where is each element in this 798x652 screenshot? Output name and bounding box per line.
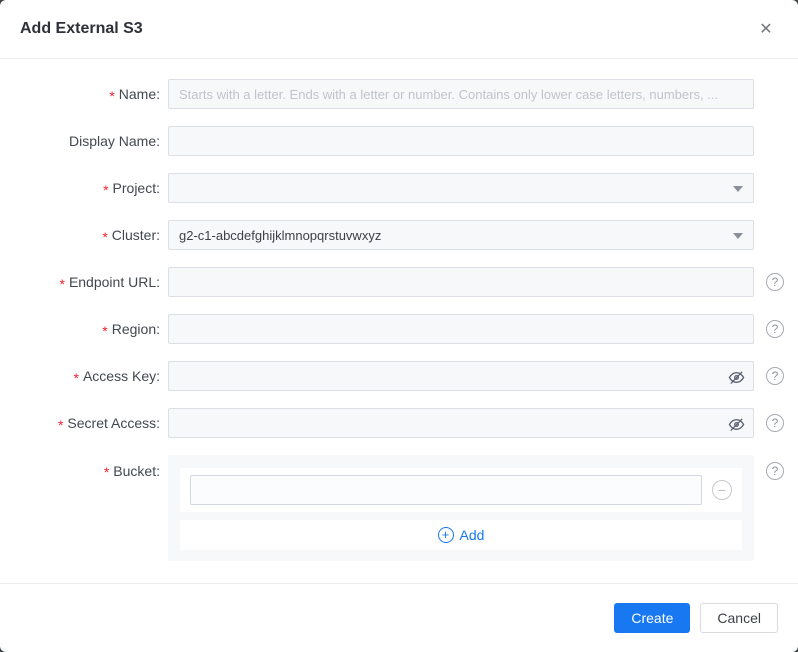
add-bucket-label: Add: [459, 527, 485, 543]
endpoint-url-input[interactable]: [168, 267, 754, 297]
form-row-endpoint-url: * Endpoint URL: ?: [0, 267, 798, 297]
form-row-project: * Project:: [0, 173, 798, 203]
minus-icon: −: [717, 482, 727, 498]
plus-circle-icon: +: [437, 527, 454, 543]
required-asterisk: *: [102, 322, 108, 339]
required-asterisk: *: [109, 87, 115, 104]
required-asterisk: *: [103, 181, 109, 198]
cluster-select[interactable]: g2-c1-abcdefghijklmnopqrstuvwxyz: [168, 220, 754, 250]
caret-down-icon: [733, 186, 743, 192]
help-icon[interactable]: ?: [766, 414, 784, 432]
form-row-secret-access: * Secret Access: ?: [0, 408, 798, 438]
region-label: Region:: [111, 321, 160, 337]
name-input[interactable]: [168, 79, 754, 109]
access-key-input[interactable]: [168, 361, 754, 391]
add-external-s3-dialog: Add External S3 ✕ * Name: Display Name:: [0, 0, 798, 652]
display-name-label: Display Name:: [68, 133, 160, 149]
project-select[interactable]: [168, 173, 754, 203]
bucket-label: Bucket:: [113, 462, 160, 479]
required-asterisk: *: [57, 416, 64, 433]
required-asterisk: *: [73, 369, 79, 386]
form-row-bucket: * Bucket: − + Add ?: [0, 455, 798, 561]
close-button[interactable]: ✕: [754, 17, 778, 41]
form-row-access-key: * Access Key: ?: [0, 361, 798, 391]
cluster-label: Cluster:: [111, 227, 160, 243]
region-input[interactable]: [168, 314, 754, 344]
dialog-title: Add External S3: [20, 20, 143, 37]
cluster-select-value: g2-c1-abcdefghijklmnopqrstuvwxyz: [179, 227, 382, 243]
eye-invisible-icon[interactable]: [727, 415, 745, 433]
access-key-label: Access Key:: [82, 368, 160, 384]
close-icon: ✕: [759, 21, 773, 38]
form-row-name: * Name:: [0, 79, 798, 109]
dialog-footer: Create Cancel: [0, 583, 798, 652]
dialog-body: * Name: Display Name: * Project:: [0, 59, 798, 583]
dialog-header: Add External S3 ✕: [0, 0, 798, 59]
required-asterisk: *: [59, 275, 65, 292]
add-bucket-button[interactable]: + Add: [180, 520, 742, 550]
name-label: Name:: [118, 86, 160, 102]
help-icon[interactable]: ?: [766, 462, 784, 480]
help-icon[interactable]: ?: [766, 273, 784, 291]
cancel-button[interactable]: Cancel: [700, 603, 778, 633]
required-asterisk: *: [102, 228, 108, 245]
caret-down-icon: [733, 233, 743, 239]
display-name-input[interactable]: [168, 126, 754, 156]
bucket-item-row: −: [180, 468, 742, 512]
eye-invisible-icon[interactable]: [727, 368, 745, 386]
endpoint-url-label: Endpoint URL:: [68, 274, 160, 290]
create-button[interactable]: Create: [614, 603, 691, 633]
remove-bucket-button[interactable]: −: [712, 480, 732, 500]
help-icon[interactable]: ?: [766, 367, 784, 385]
bucket-panel: − + Add: [168, 455, 754, 561]
help-icon[interactable]: ?: [766, 320, 784, 338]
form-row-display-name: Display Name:: [0, 126, 798, 156]
form-row-region: * Region: ?: [0, 314, 798, 344]
bucket-input[interactable]: [190, 475, 702, 505]
secret-access-input[interactable]: [168, 408, 754, 438]
required-asterisk: *: [103, 464, 110, 480]
secret-access-label: Secret Access:: [67, 415, 160, 431]
form-row-cluster: * Cluster: g2-c1-abcdefghijklmnopqrstuvw…: [0, 220, 798, 250]
project-label: Project:: [112, 180, 160, 196]
